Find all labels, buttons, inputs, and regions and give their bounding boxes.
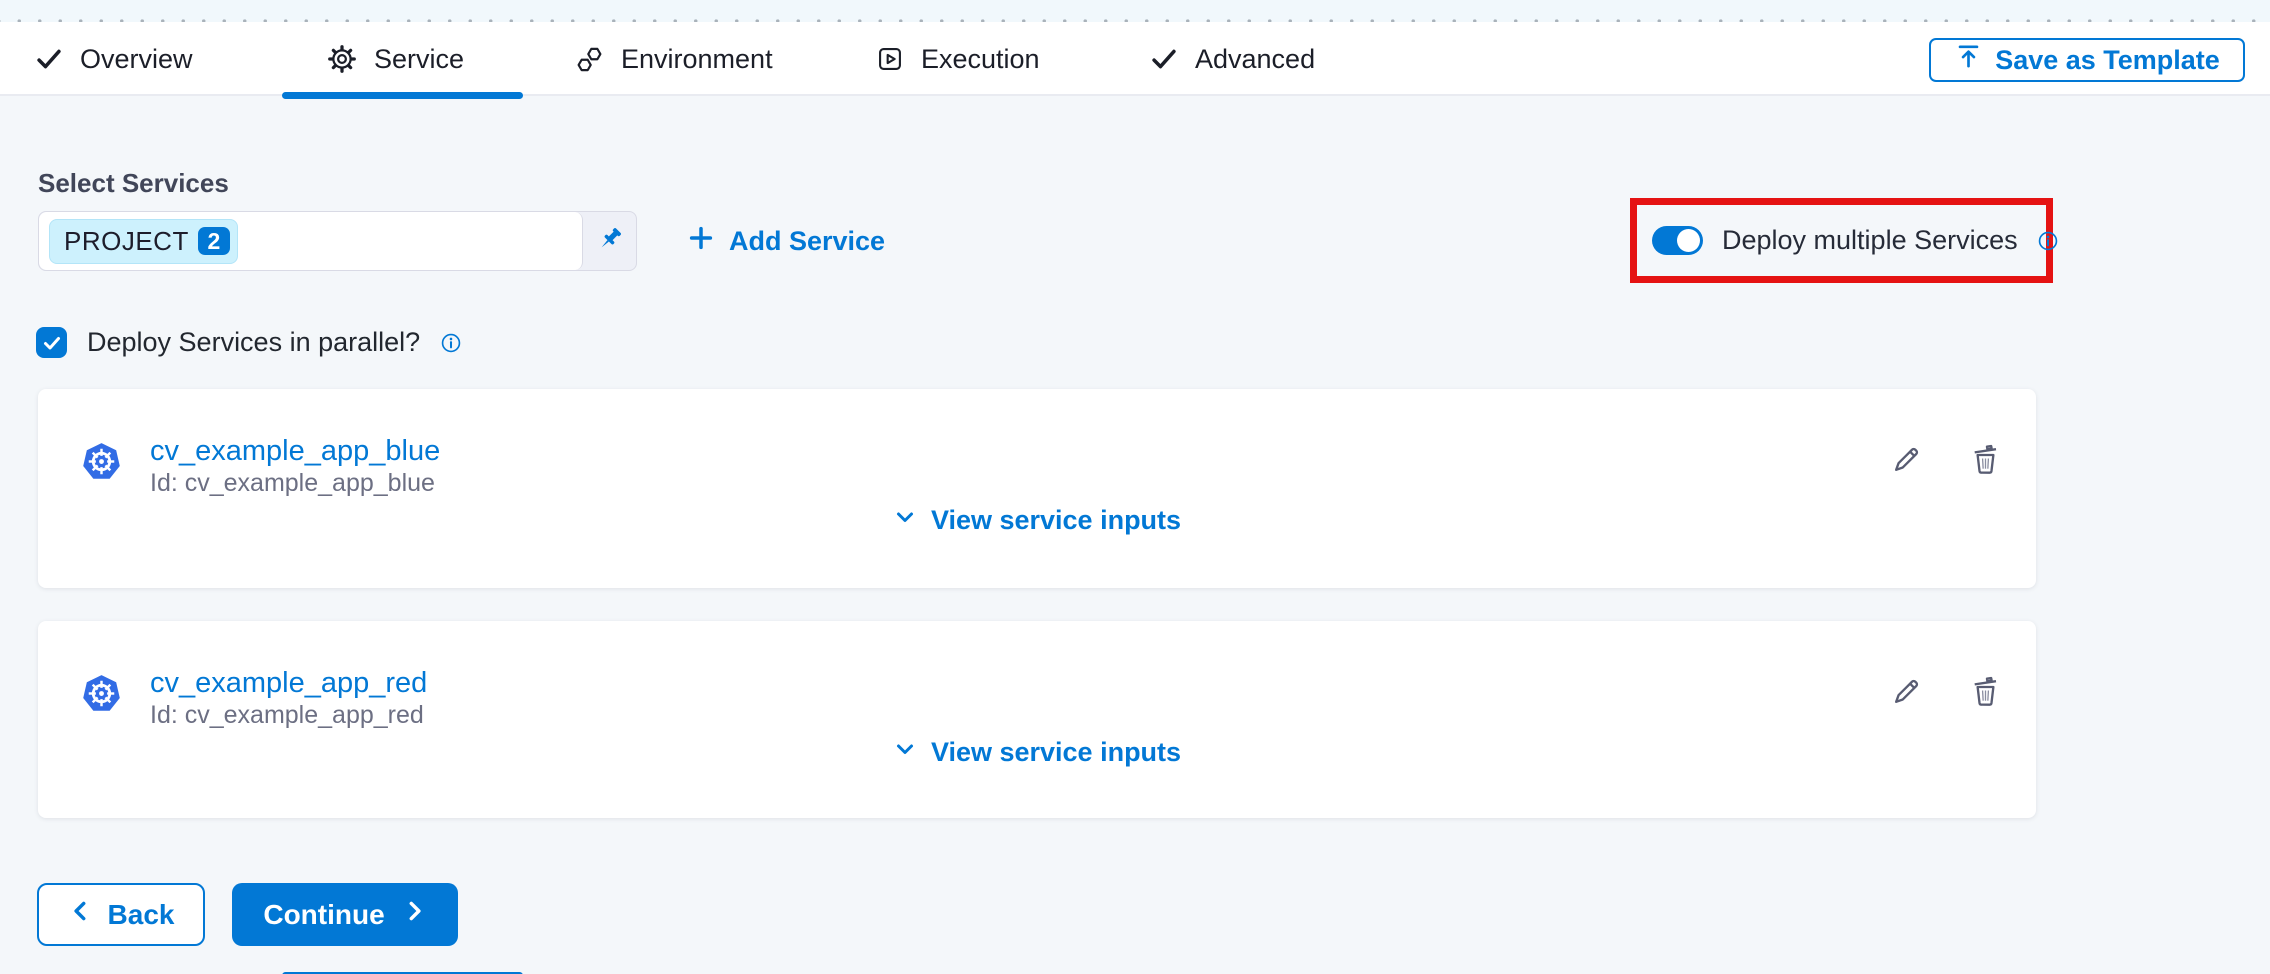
tab-overview[interactable]: Overview [35,22,193,96]
deploy-parallel-row: Deploy Services in parallel? [36,327,462,358]
service-id: Id: cv_example_app_red [150,701,424,730]
info-icon[interactable] [2037,230,2059,252]
chevron-down-icon [893,505,917,536]
select-services-label: Select Services [38,168,229,199]
tab-label: Execution [921,44,1040,75]
check-icon [1150,45,1178,73]
deploy-parallel-checkbox[interactable] [36,327,67,358]
tab-label: Service [374,44,464,75]
stage-tabbar: Overview Service Environmen [0,22,2270,96]
chevron-down-icon [893,737,917,768]
select-services-value-area[interactable]: PROJECT 2 [39,212,583,270]
save-as-template-label: Save as Template [1995,45,2220,76]
check-icon [40,331,64,355]
edit-pencil-icon[interactable] [1890,675,1923,713]
service-id: Id: cv_example_app_blue [150,469,435,498]
tab-label: Environment [621,44,773,75]
chevron-right-icon [401,898,427,931]
add-service-label: Add Service [729,226,885,257]
tab-label: Overview [80,44,193,75]
view-service-inputs-toggle[interactable]: View service inputs [38,505,2036,536]
service-name-link[interactable]: cv_example_app_red [150,667,427,700]
tab-label: Advanced [1195,44,1315,75]
deploy-parallel-label: Deploy Services in parallel? [87,327,420,358]
deploy-multiple-label: Deploy multiple Services [1722,225,2018,256]
tab-advanced[interactable]: Advanced [1150,22,1315,96]
trash-icon[interactable] [1968,441,2003,481]
plus-icon [686,223,716,260]
tab-environment[interactable]: Environment [575,22,773,96]
deploy-multiple-highlight-box: Deploy multiple Services [1630,198,2053,283]
info-icon[interactable] [440,332,462,354]
play-square-icon [876,45,904,73]
check-icon [35,45,63,73]
pipeline-canvas-dots [0,0,2270,22]
kubernetes-icon [79,671,124,721]
chip-label: PROJECT [64,226,189,257]
gear-icon [327,44,357,74]
chip-count-badge: 2 [198,227,230,255]
back-button[interactable]: Back [37,883,205,946]
pin-button[interactable] [583,212,636,270]
service-card: cv_example_app_red Id: cv_example_app_re… [38,621,2036,818]
deploy-multiple-toggle[interactable] [1652,226,1703,255]
view-service-inputs-toggle[interactable]: View service inputs [38,737,2036,768]
add-service-button[interactable]: Add Service [686,222,885,260]
upload-icon [1954,42,1983,78]
continue-label: Continue [263,899,384,931]
active-tab-underline [282,92,523,99]
service-name-link[interactable]: cv_example_app_blue [150,435,440,468]
edit-pencil-icon[interactable] [1890,443,1923,481]
view-service-inputs-label: View service inputs [931,737,1181,768]
toggle-knob [1677,229,1700,252]
tab-service[interactable]: Service [327,22,464,96]
pin-icon [595,224,625,259]
save-as-template-button[interactable]: Save as Template [1929,38,2245,82]
service-card: cv_example_app_blue Id: cv_example_app_b… [38,389,2036,588]
project-chip[interactable]: PROJECT 2 [49,219,238,264]
tab-execution[interactable]: Execution [876,22,1040,96]
hexagons-icon [575,45,604,74]
continue-button[interactable]: Continue [232,883,458,946]
select-services-input[interactable]: PROJECT 2 [38,211,637,271]
view-service-inputs-label: View service inputs [931,505,1181,536]
kubernetes-icon [79,439,124,489]
chevron-left-icon [68,898,94,931]
back-label: Back [108,899,175,931]
trash-icon[interactable] [1968,673,2003,713]
